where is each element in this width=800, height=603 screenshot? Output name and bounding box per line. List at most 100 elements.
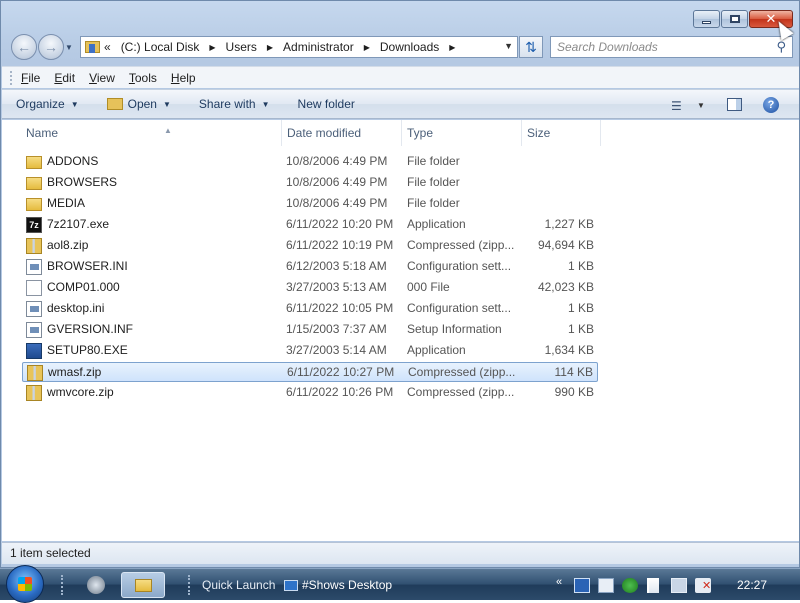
recent-pages-dropdown[interactable]: ▼ (65, 43, 73, 52)
column-name[interactable]: Name ▲ (20, 120, 282, 146)
crumb-chevron-icon[interactable]: ▶ (449, 43, 455, 52)
taskbar-explorer-button[interactable] (121, 572, 165, 598)
menu-bar: File Edit View Tools Help (2, 66, 799, 88)
views-dropdown-icon[interactable]: ▼ (697, 101, 705, 110)
help-icon[interactable]: ? (763, 97, 779, 113)
file-size: 94,694 KB (537, 238, 594, 252)
file-row[interactable]: BROWSERS 10/8/2006 4:49 PM File folder (22, 173, 598, 193)
quick-launch-toolbar[interactable]: Quick Launch (202, 578, 275, 592)
taskbar-grip[interactable] (188, 575, 191, 595)
share-with-button[interactable]: Share with ▼ (199, 97, 270, 111)
file-type: Configuration sett... (407, 259, 512, 273)
back-arrow-icon: ← (17, 39, 31, 55)
maximize-icon (729, 15, 740, 23)
show-desktop-button[interactable]: #Shows Desktop (284, 578, 392, 592)
show-desktop-label: #Shows Desktop (302, 578, 393, 592)
command-bar: Organize ▼ Open ▼ Share with ▼ New folde… (2, 89, 799, 119)
file-name: SETUP80.EXE (47, 343, 128, 357)
keyboard-icon[interactable] (598, 578, 614, 593)
crumb-administrator[interactable]: Administrator (283, 40, 354, 54)
zip-file-icon (27, 365, 43, 381)
raccoon-app-icon[interactable] (87, 576, 105, 594)
column-date-modified[interactable]: Date modified (281, 120, 402, 146)
maximize-button[interactable] (721, 10, 748, 28)
column-type[interactable]: Type (401, 120, 522, 146)
file-row[interactable]: wmasf.zip 6/11/2022 10:27 PM Compressed (z… (22, 362, 598, 382)
menu-view[interactable]: View (89, 71, 115, 85)
back-button[interactable]: ← (11, 34, 37, 60)
file-size: 42,023 KB (537, 280, 594, 294)
start-button[interactable] (6, 565, 44, 603)
menu-help[interactable]: Help (171, 71, 196, 85)
zip-file-icon (26, 385, 42, 401)
tray-expand-icon[interactable]: « (556, 576, 562, 588)
search-icon[interactable]: ⚲ (776, 39, 786, 55)
folder-icon (135, 579, 152, 592)
crumb-overflow[interactable]: « (104, 40, 111, 54)
clock[interactable]: 22:27 (737, 578, 767, 592)
forward-button[interactable]: → (38, 34, 64, 60)
file-date-modified: 6/11/2022 10:05 PM (286, 301, 394, 315)
menu-file[interactable]: File (21, 71, 40, 85)
file-row[interactable]: BROWSER.INI 6/12/2003 5:18 AM Configuratio… (22, 257, 598, 277)
column-size[interactable]: Size (521, 120, 601, 146)
search-placeholder: Search Downloads (557, 40, 658, 54)
open-button[interactable]: Open ▼ (106, 97, 171, 111)
search-input[interactable]: Search Downloads ⚲ (550, 36, 793, 58)
minimize-button[interactable] (693, 10, 720, 28)
new-folder-button[interactable]: New folder (298, 97, 355, 111)
file-name: ADDONS (47, 154, 99, 168)
share-with-label: Share with (198, 97, 256, 111)
file-type: Application (407, 343, 466, 357)
file-row[interactable]: aol8.zip 6/11/2022 10:19 PM Compressed (zi… (22, 236, 598, 256)
menu-grip (10, 70, 13, 85)
address-dropdown-icon[interactable]: ▼ (504, 41, 513, 51)
crumb-chevron-icon[interactable]: ▶ (364, 43, 370, 52)
file-type: Application (407, 217, 466, 231)
refresh-button[interactable]: ⇅ (519, 36, 543, 58)
action-center-flag-icon[interactable] (647, 578, 659, 593)
crumb-chevron-icon[interactable]: ▶ (209, 43, 215, 52)
language-icon[interactable] (574, 578, 590, 593)
file-type: File folder (407, 196, 460, 210)
file-row[interactable]: desktop.ini 6/11/2022 10:05 PM Configurati… (22, 299, 598, 319)
crumb-downloads[interactable]: Downloads (380, 40, 439, 54)
file-type: Compressed (zipp... (407, 238, 515, 252)
address-bar[interactable]: « (C:) Local Disk ▶ Users ▶ Administrato… (80, 36, 518, 58)
volume-muted-icon[interactable]: ✕ (695, 578, 711, 593)
file-type: Compressed (zipp... (408, 365, 516, 379)
file-name: BROWSERS (47, 175, 118, 189)
menu-tools[interactable]: Tools (129, 71, 157, 85)
column-name-label: Name (26, 126, 59, 140)
file-date-modified: 6/12/2003 5:18 AM (286, 259, 387, 273)
file-row[interactable]: GVERSION.INF 1/15/2003 7:37 AM Setup Infor… (22, 320, 598, 340)
file-name: BROWSER.INI (47, 259, 128, 273)
organize-button[interactable]: Organize ▼ (16, 97, 79, 111)
file-row[interactable]: 7z 7z2107.exe 6/11/2022 10:20 PM Applicatio… (22, 215, 598, 235)
crumb-users[interactable]: Users (226, 40, 257, 54)
network-icon[interactable] (671, 578, 687, 593)
file-row[interactable]: MEDIA 10/8/2006 4:49 PM File folder (22, 194, 598, 214)
column-date-label: Date modified (287, 126, 362, 140)
status-bar: 1 item selected (2, 542, 799, 564)
file-type: Configuration sett... (407, 301, 512, 315)
crumb-chevron-icon[interactable]: ▶ (267, 43, 273, 52)
change-view-icon[interactable]: ☰ (671, 99, 682, 113)
file-date-modified: 6/11/2022 10:26 PM (286, 385, 394, 399)
taskbar-grip[interactable] (61, 575, 64, 595)
file-row[interactable]: SETUP80.EXE 3/27/2003 5:14 AM Application 1… (22, 341, 598, 361)
file-row[interactable]: ADDONS 10/8/2006 4:49 PM File folder (22, 152, 598, 172)
file-name: COMP01.000 (47, 280, 120, 294)
file-type: Compressed (zipp... (407, 385, 515, 399)
file-row[interactable]: COMP01.000 3/27/2003 5:13 AM 000 File 42,02… (22, 278, 598, 298)
minimize-icon (702, 20, 711, 24)
exe-file-icon (26, 343, 42, 359)
security-shield-icon[interactable] (622, 578, 638, 593)
file-date-modified: 10/8/2006 4:49 PM (286, 175, 388, 189)
preview-pane-icon[interactable] (727, 98, 742, 111)
crumb-local-disk[interactable]: (C:) Local Disk (121, 40, 200, 54)
file-date-modified: 10/8/2006 4:49 PM (286, 154, 388, 168)
file-size: 1 KB (567, 301, 594, 315)
menu-edit[interactable]: Edit (54, 71, 75, 85)
file-row[interactable]: wmvcore.zip 6/11/2022 10:26 PM Compressed … (22, 383, 598, 403)
